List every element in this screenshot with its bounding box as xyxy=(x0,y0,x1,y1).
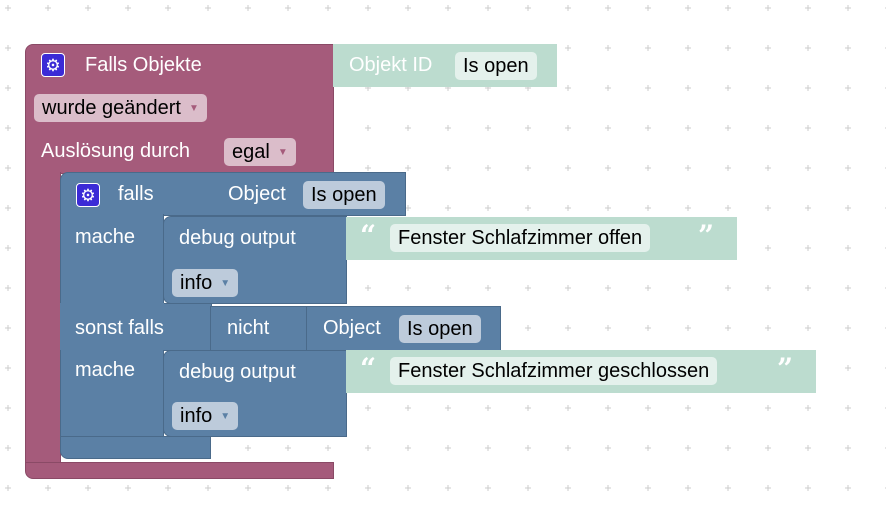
trigger-by-dropdown[interactable]: egal ▼ xyxy=(224,138,296,166)
quote-close-icon: ” xyxy=(777,352,794,385)
triangle-down-icon: ▼ xyxy=(188,102,199,114)
triangle-down-icon: ▼ xyxy=(277,146,288,158)
gear-icon[interactable]: ⚙ xyxy=(41,53,65,77)
cond1-value[interactable]: Is open xyxy=(303,181,385,209)
debug-label: debug output xyxy=(179,227,296,249)
gear-icon[interactable]: ⚙ xyxy=(76,183,100,207)
text-value[interactable]: Fenster Schlafzimmer geschlossen xyxy=(390,357,718,385)
trigger-dropdown[interactable]: wurde geändert ▼ xyxy=(34,94,207,122)
level-value: info xyxy=(180,272,213,294)
cond1-label: Object xyxy=(228,183,286,205)
debug-label: debug output xyxy=(179,361,296,383)
debug-output-block-2[interactable]: debug output info ▼ xyxy=(163,350,347,437)
level-dropdown[interactable]: info ▼ xyxy=(172,402,239,430)
triangle-down-icon: ▼ xyxy=(220,277,231,289)
not-block[interactable]: nicht Object Is open xyxy=(210,306,501,351)
event-title: Falls Objekte xyxy=(85,54,202,76)
level-value: info xyxy=(180,405,213,427)
elseif-label: sonst falls xyxy=(75,317,164,339)
text-block-1[interactable]: “ Fenster Schlafzimmer offen ” xyxy=(346,217,737,260)
cond2-label: Object xyxy=(323,317,381,339)
trigger-value: wurde geändert xyxy=(42,97,181,119)
quote-close-icon: ” xyxy=(698,219,715,252)
debug-output-block-1[interactable]: debug output info ▼ xyxy=(163,216,347,304)
not-label: nicht xyxy=(227,317,270,339)
do-label: mache xyxy=(75,226,136,248)
text-block-2[interactable]: “ Fenster Schlafzimmer geschlossen ” xyxy=(346,350,816,393)
if-label: falls xyxy=(118,183,154,205)
trigger-by-value: egal xyxy=(232,141,270,163)
quote-open-icon: “ xyxy=(360,219,377,252)
triangle-down-icon: ▼ xyxy=(220,410,231,422)
object-id-block[interactable]: Objekt ID Is open xyxy=(333,44,557,87)
level-dropdown[interactable]: info ▼ xyxy=(172,269,239,297)
object-id-label: Objekt ID xyxy=(349,54,433,76)
cond2-value[interactable]: Is open xyxy=(399,315,481,343)
text-value[interactable]: Fenster Schlafzimmer offen xyxy=(390,224,651,252)
quote-open-icon: “ xyxy=(360,352,377,385)
trigger-by-label: Auslösung durch xyxy=(41,140,190,162)
do2-label: mache xyxy=(75,359,136,381)
object-id-value[interactable]: Is open xyxy=(455,52,537,80)
